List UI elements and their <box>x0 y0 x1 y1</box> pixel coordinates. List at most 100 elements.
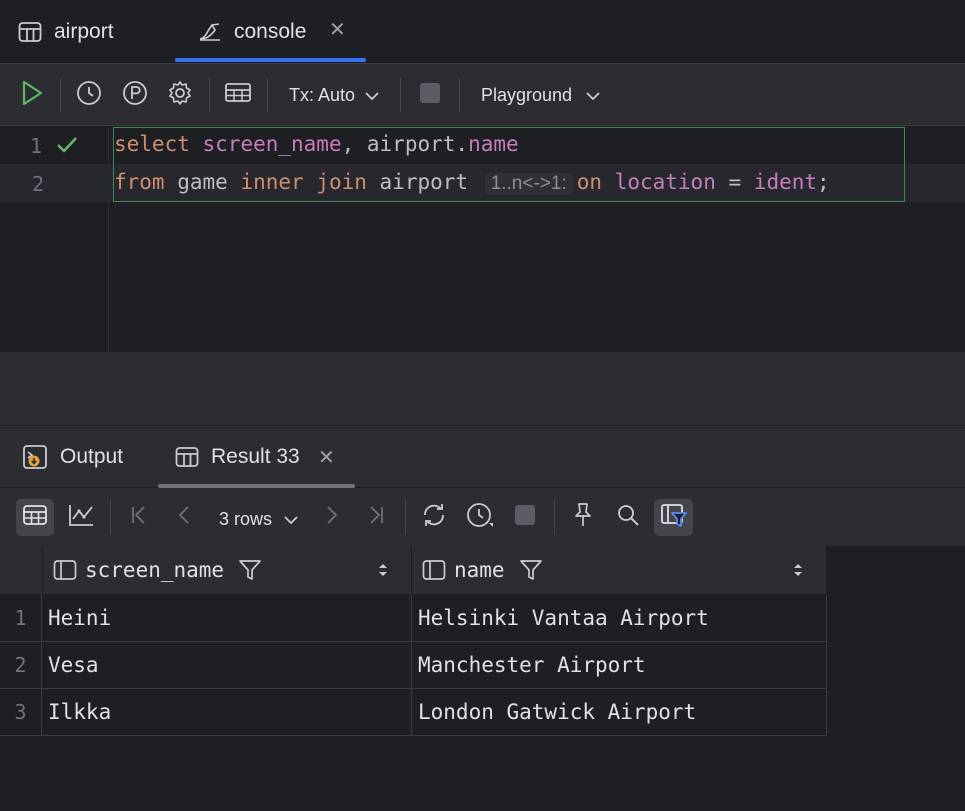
playground-label: Playground <box>481 84 573 105</box>
toolbar-divider <box>267 78 268 112</box>
clock-icon <box>76 80 102 111</box>
row-number[interactable]: 1 <box>0 595 42 642</box>
tab-result[interactable]: Result 33 <box>175 426 300 488</box>
column-label: screen_name <box>85 558 225 582</box>
keyword-select: select <box>114 132 190 156</box>
punctuation: ; <box>817 170 830 194</box>
join-cardinality-hint: 1..n<->1: <box>484 173 573 195</box>
clock-icon <box>465 501 495 534</box>
table-cell[interactable]: Helsinki Vantaa Airport <box>412 595 827 642</box>
toolbar-divider <box>459 78 460 112</box>
filter-icon[interactable] <box>519 558 543 582</box>
panel-splitter[interactable] <box>0 352 965 426</box>
chevron-down-icon <box>284 509 298 530</box>
filter-toggle-button[interactable] <box>654 499 693 536</box>
grid-corner <box>0 546 43 594</box>
check-icon <box>56 135 78 160</box>
keyword-join: join <box>316 170 367 194</box>
code-line-2[interactable]: from game inner join airport 1..n<->1: on… <box>114 170 830 195</box>
chart-view-button[interactable] <box>64 499 98 536</box>
line-number: 1 <box>30 134 43 158</box>
table-view-button[interactable] <box>16 499 54 536</box>
search-icon <box>616 503 640 532</box>
line-number: 2 <box>32 172 45 196</box>
table-ref: airport <box>366 170 481 194</box>
run-button[interactable] <box>16 79 48 111</box>
filter-icon[interactable] <box>238 558 262 582</box>
auto-refresh-button[interactable] <box>464 501 496 533</box>
next-page-button[interactable] <box>318 501 346 533</box>
tx-mode-label: Tx: Auto <box>289 84 356 105</box>
punctuation: . <box>455 132 469 156</box>
sql-console-icon <box>198 21 222 43</box>
toolbar-divider <box>405 500 406 534</box>
tab-console[interactable]: console <box>198 0 306 63</box>
transaction-mode-dropdown[interactable]: Tx: Auto <box>289 83 379 107</box>
stop-button[interactable] <box>414 79 446 111</box>
schema-context-dropdown[interactable]: Playground <box>481 83 600 107</box>
keyword-on: on <box>576 170 603 194</box>
column-header-name[interactable]: name <box>412 546 827 594</box>
toolbar-divider <box>60 78 61 112</box>
tab-output[interactable]: Output <box>22 426 123 488</box>
first-page-button[interactable] <box>124 501 154 533</box>
sort-icon[interactable] <box>377 561 389 579</box>
table-cell[interactable]: London Gatwick Airport <box>412 689 827 736</box>
pin-tab-button[interactable] <box>568 501 598 533</box>
table-cell[interactable]: Manchester Airport <box>412 642 827 689</box>
row-number[interactable]: 2 <box>0 642 42 689</box>
keyword-from: from <box>114 170 165 194</box>
gutter-divider <box>108 126 109 352</box>
toolbar-divider <box>400 78 401 112</box>
punctuation: , <box>341 132 367 156</box>
previous-page-button[interactable] <box>170 501 198 533</box>
row-number[interactable]: 3 <box>0 689 42 736</box>
cancel-query-button[interactable] <box>510 501 540 533</box>
column-header-screen-name[interactable]: screen_name <box>43 546 412 594</box>
table-cell[interactable]: Ilkka <box>42 689 412 736</box>
rows-count-label: 3 rows <box>219 508 273 529</box>
table-icon <box>22 503 48 532</box>
column-icon <box>53 559 77 581</box>
services-tab-bar: Output Result 33 ✕ <box>0 426 965 488</box>
pin-icon <box>572 502 594 533</box>
column-icon <box>422 559 446 581</box>
console-toolbar: Tx: Auto Playground <box>0 64 965 126</box>
operator: = <box>715 170 754 194</box>
table-cell[interactable]: Heini <box>42 595 412 642</box>
tab-label: Output <box>60 445 124 468</box>
output-format-button[interactable] <box>222 79 254 111</box>
explain-plan-button[interactable] <box>119 79 151 111</box>
chevron-right-icon <box>325 504 339 531</box>
table-cell[interactable]: Vesa <box>42 642 412 689</box>
table-icon <box>175 446 199 468</box>
chevron-left-icon <box>177 504 191 531</box>
active-tab-indicator <box>175 58 366 62</box>
close-tab-icon[interactable]: ✕ <box>329 17 346 42</box>
table-output-icon <box>224 81 252 110</box>
editor-tab-bar: airport console ✕ <box>0 0 965 64</box>
filter-panel-icon <box>660 502 688 533</box>
chevron-down-icon <box>586 85 600 106</box>
refresh-icon <box>420 502 448 533</box>
last-page-button[interactable] <box>361 501 391 533</box>
column-ref: location <box>614 170 716 194</box>
search-button[interactable] <box>612 501 644 533</box>
keyword-inner: inner <box>240 170 304 194</box>
first-page-icon <box>129 504 149 531</box>
tab-airport[interactable]: airport <box>18 0 114 63</box>
p-circle-icon <box>122 80 148 111</box>
tab-label: airport <box>54 19 114 43</box>
close-tab-icon[interactable]: ✕ <box>318 445 335 470</box>
code-line-1[interactable]: select screen_name, airport.name <box>114 132 519 156</box>
table-ref: airport <box>366 132 456 156</box>
history-button[interactable] <box>73 79 105 111</box>
refresh-button[interactable] <box>418 501 450 533</box>
settings-button[interactable] <box>164 79 196 111</box>
page-size-dropdown[interactable]: 3 rows <box>219 507 298 531</box>
toolbar-divider <box>209 78 210 112</box>
tab-label: console <box>234 19 307 43</box>
sort-icon[interactable] <box>792 561 804 579</box>
column-ref: screen_name <box>202 132 342 156</box>
result-toolbar: 3 rows <box>0 488 965 546</box>
